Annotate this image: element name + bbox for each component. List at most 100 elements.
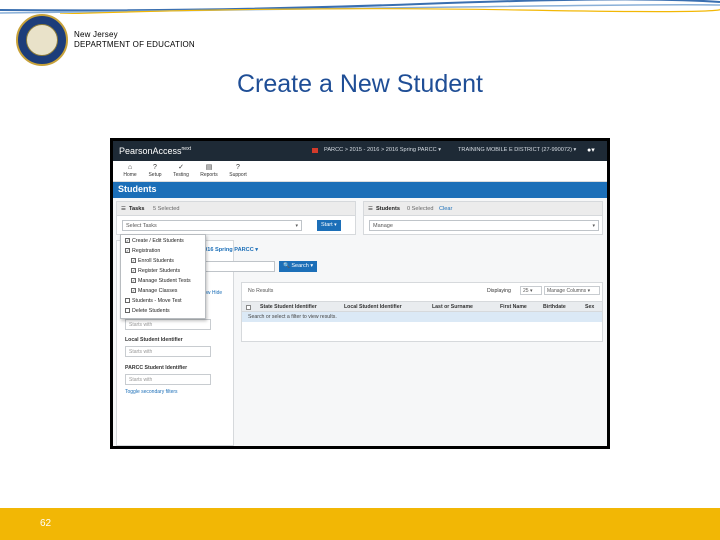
checkbox-checked-icon: ✓ bbox=[131, 288, 136, 294]
dropdown-item[interactable]: Students - Move Test bbox=[125, 298, 182, 304]
nav-support-label: Support bbox=[229, 172, 247, 178]
menu-icon: ☰ bbox=[368, 206, 374, 212]
dropdown-item[interactable]: ✓ Manage Classes bbox=[131, 288, 177, 294]
checkbox-empty-icon bbox=[125, 298, 130, 304]
department-label: New Jersey DEPARTMENT OF EDUCATION bbox=[74, 30, 195, 50]
checkbox-empty-icon bbox=[125, 308, 130, 314]
app-topbar: PearsonAccessnext PARCC > 2015 - 2016 > … bbox=[113, 141, 607, 161]
students-panel: ☰ Students 0 Selected Clear Manage ▾ bbox=[363, 201, 603, 235]
toggle-secondary-filters[interactable]: Toggle secondary filters bbox=[125, 389, 178, 395]
dropdown-item[interactable]: Delete Students bbox=[125, 308, 170, 314]
col-state-id[interactable]: State Student Identifier bbox=[260, 304, 317, 310]
filter-input-local-id[interactable]: Starts with bbox=[125, 346, 211, 357]
testing-icon: ✓ bbox=[178, 164, 184, 171]
select-tasks[interactable]: Select Tasks ▾ bbox=[122, 220, 302, 231]
chevron-down-icon: ▾ bbox=[334, 222, 337, 228]
nav-setup-label: Setup bbox=[148, 172, 162, 178]
col-sex[interactable]: Sex bbox=[585, 304, 594, 310]
col-birthdate[interactable]: Birthdate bbox=[543, 304, 566, 310]
main-nav: ⌂ Home ? Setup ✓ Testing ▤ Reports ? Support bbox=[113, 161, 607, 182]
tasks-panel: ☰ Tasks 5 Selected Select Tasks ▾ Start … bbox=[116, 201, 356, 235]
page-heading-bar: Students bbox=[113, 182, 607, 198]
displaying-select[interactable]: 25 ▾ bbox=[520, 286, 542, 295]
flag-icon bbox=[312, 148, 318, 153]
students-panel-head: ☰ Students 0 Selected Clear bbox=[364, 202, 602, 216]
dropdown-item-label: Delete Students bbox=[132, 308, 170, 314]
reports-icon: ▤ bbox=[205, 164, 213, 171]
dropdown-item-label: Enroll Students bbox=[138, 258, 174, 264]
chevron-down-icon: ▾ bbox=[592, 223, 595, 229]
nav-testing[interactable]: ✓ Testing bbox=[166, 163, 196, 178]
displaying-label: Displaying bbox=[487, 288, 511, 294]
nav-reports[interactable]: ▤ Reports bbox=[194, 163, 224, 178]
checkbox-checked-icon: ✓ bbox=[131, 258, 136, 264]
select-all-checkbox[interactable] bbox=[246, 305, 251, 310]
dropdown-item-label: Manage Student Tests bbox=[138, 278, 191, 284]
results-table-header: State Student Identifier Local Student I… bbox=[242, 301, 602, 312]
dropdown-item[interactable]: ✓ Manage Student Tests bbox=[131, 278, 191, 284]
checkbox-checked-icon: ✓ bbox=[125, 238, 130, 244]
filter-input-1[interactable]: Starts with bbox=[125, 319, 211, 330]
search-button[interactable]: 🔍 Search ▾ bbox=[279, 261, 318, 272]
tasks-panel-head: ☰ Tasks 5 Selected bbox=[117, 202, 355, 216]
breadcrumb[interactable]: PARCC > 2015 - 2016 > 2016 Spring PARCC … bbox=[324, 147, 441, 153]
start-button-label: Start bbox=[321, 222, 333, 228]
displaying-value: 25 bbox=[523, 288, 529, 294]
user-icon[interactable]: ●▾ bbox=[587, 146, 595, 154]
search-input[interactable] bbox=[198, 261, 275, 272]
header-stripes bbox=[0, 0, 720, 14]
chevron-down-icon: ▾ bbox=[295, 223, 298, 229]
results-panel: No Results Displaying 25 ▾ Manage Column… bbox=[241, 282, 603, 342]
students-title: Students bbox=[376, 206, 400, 212]
info-row: Search or select a filter to view result… bbox=[242, 312, 602, 322]
page-number: 62 bbox=[40, 518, 52, 529]
start-button[interactable]: Start ▾ bbox=[317, 220, 341, 231]
support-icon: ? bbox=[236, 164, 240, 171]
manage-columns-label: Manage Columns bbox=[547, 288, 587, 294]
tasks-count: 5 Selected bbox=[153, 206, 180, 212]
filter-label-parcc-id: PARCC Student Identifier bbox=[125, 365, 188, 371]
page-heading: Students bbox=[118, 184, 157, 194]
clear-link[interactable]: Clear bbox=[439, 206, 452, 212]
dropdown-item[interactable]: ✓ Registration bbox=[125, 248, 160, 254]
slide-title: Create a New Student bbox=[237, 70, 483, 98]
department-name: DEPARTMENT OF EDUCATION bbox=[74, 40, 195, 49]
app-logo[interactable]: PearsonAccessnext bbox=[119, 146, 191, 156]
filter-input-parcc-id[interactable]: Starts with bbox=[125, 374, 211, 385]
manage-columns-select[interactable]: Manage Columns ▾ bbox=[544, 286, 600, 295]
slide-footer: 62 bbox=[0, 508, 720, 540]
students-count: 0 Selected bbox=[407, 206, 434, 212]
administration-selector[interactable]: 2016 Spring PARCC ▾ bbox=[201, 247, 258, 253]
info-text: Search or select a filter to view result… bbox=[248, 314, 337, 320]
organization-selector[interactable]: TRAINING MOBILE E DISTRICT (27-990072) ▾ bbox=[458, 147, 576, 153]
col-local-id[interactable]: Local Student Identifier bbox=[344, 304, 402, 310]
no-results-text: No Results bbox=[248, 288, 274, 294]
tasks-dropdown: ✓ Create / Edit Students ✓ Registration ✓ E… bbox=[120, 234, 206, 319]
app-screen: PearsonAccessnext PARCC > 2015 - 2016 > … bbox=[113, 141, 607, 446]
search-button-label: Search bbox=[291, 263, 309, 269]
col-last-name[interactable]: Last or Surname bbox=[432, 304, 473, 310]
app-logo-sup: next bbox=[181, 146, 191, 152]
nav-reports-label: Reports bbox=[200, 172, 218, 178]
tasks-title: Tasks bbox=[129, 206, 145, 212]
manage-select[interactable]: Manage ▾ bbox=[369, 220, 599, 231]
dropdown-item[interactable]: ✓ Enroll Students bbox=[131, 258, 174, 264]
dropdown-item-label: Registration bbox=[132, 248, 161, 254]
nav-support[interactable]: ? Support bbox=[223, 163, 253, 178]
content-area: ☰ Tasks 5 Selected Select Tasks ▾ Start … bbox=[113, 198, 607, 446]
col-first-name[interactable]: First Name bbox=[500, 304, 527, 310]
checkbox-checked-icon: ✓ bbox=[131, 278, 136, 284]
state-name: New Jersey bbox=[74, 30, 118, 39]
nj-seal-icon bbox=[16, 14, 68, 66]
dropdown-item-label: Register Students bbox=[138, 268, 181, 274]
app-logo-text: PearsonAccess bbox=[119, 146, 182, 156]
nav-testing-label: Testing bbox=[173, 172, 189, 178]
checkbox-checked-icon: ✓ bbox=[131, 268, 136, 274]
dropdown-item-label: Students - Move Test bbox=[132, 298, 182, 304]
nav-home-label: Home bbox=[123, 172, 137, 178]
select-tasks-value: Select Tasks bbox=[126, 223, 157, 229]
manage-select-value: Manage bbox=[373, 223, 393, 229]
dropdown-item[interactable]: ✓ Register Students bbox=[131, 268, 180, 274]
filter-label-local-id: Local Student Identifier bbox=[125, 337, 183, 343]
dropdown-item[interactable]: ✓ Create / Edit Students bbox=[125, 238, 184, 244]
